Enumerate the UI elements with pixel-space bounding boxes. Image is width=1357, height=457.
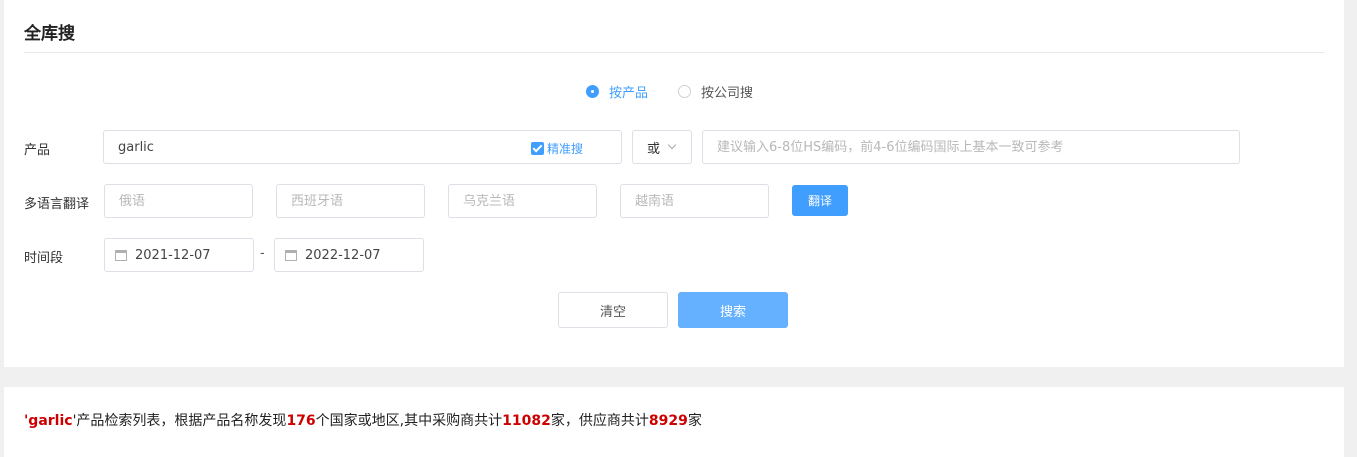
result-text: 家 — [687, 413, 702, 429]
precise-search-checkbox[interactable]: 精准搜 — [530, 140, 583, 157]
search-mode-group: 按产品 按公司搜 — [586, 82, 783, 101]
result-text: 个国家或地区,其中采购商共计 — [315, 413, 503, 429]
radio-by-product-label: 按产品 — [609, 86, 649, 101]
result-text: '产品检索列表，根据产品名称发现 — [72, 413, 287, 429]
search-button[interactable]: 搜索 — [678, 292, 788, 328]
result-text: 家，供应商共计 — [550, 413, 649, 429]
russian-field[interactable] — [104, 184, 253, 218]
supplier-count: 8929 — [648, 413, 688, 429]
russian-input[interactable] — [119, 193, 238, 209]
end-date-value: 2022-12-07 — [305, 247, 381, 263]
chevron-down-icon — [667, 140, 677, 150]
result-summary: 'garlic'产品检索列表，根据产品名称发现176个国家或地区,其中采购商共计… — [24, 410, 702, 430]
translate-button[interactable]: 翻译 — [792, 185, 848, 216]
search-panel: 全库搜 按产品 按公司搜 产品 精准搜 或 多语言翻译 — [4, 0, 1344, 367]
radio-by-company-label: 按公司搜 — [701, 86, 754, 101]
product-field[interactable]: 精准搜 — [103, 130, 622, 164]
translate-label: 多语言翻译 — [24, 197, 90, 212]
radio-by-company[interactable]: 按公司搜 — [678, 82, 753, 101]
date-separator: - — [260, 246, 265, 261]
clear-button[interactable]: 清空 — [558, 292, 668, 328]
date-range-label: 时间段 — [24, 251, 64, 266]
page-title: 全库搜 — [24, 24, 75, 44]
start-date-picker[interactable]: 2021-12-07 — [104, 238, 254, 272]
radio-by-product[interactable]: 按产品 — [586, 82, 648, 101]
calendar-icon — [115, 249, 127, 261]
hs-code-input[interactable] — [717, 139, 1225, 155]
vietnamese-input[interactable] — [635, 193, 754, 209]
buyer-count: 11082 — [502, 413, 551, 429]
hs-code-field[interactable] — [702, 130, 1240, 164]
country-count: 176 — [286, 413, 316, 429]
calendar-icon — [285, 249, 297, 261]
ukrainian-input[interactable] — [463, 193, 582, 209]
vietnamese-field[interactable] — [620, 184, 769, 218]
start-date-value: 2021-12-07 — [135, 247, 211, 263]
operator-value: 或 — [647, 141, 661, 157]
operator-select[interactable]: 或 — [632, 130, 692, 164]
spanish-input[interactable] — [291, 193, 410, 209]
product-label: 产品 — [24, 143, 51, 158]
results-panel: 'garlic'产品检索列表，根据产品名称发现176个国家或地区,其中采购商共计… — [4, 387, 1344, 457]
end-date-picker[interactable]: 2022-12-07 — [274, 238, 424, 272]
radio-unchecked-icon — [678, 85, 692, 98]
title-divider — [24, 52, 1324, 53]
precise-search-label: 精准搜 — [546, 142, 583, 156]
ukrainian-field[interactable] — [448, 184, 597, 218]
radio-checked-icon — [586, 85, 599, 98]
spanish-field[interactable] — [276, 184, 425, 218]
result-keyword: garlic — [28, 413, 73, 429]
checkbox-checked-icon — [530, 142, 544, 155]
